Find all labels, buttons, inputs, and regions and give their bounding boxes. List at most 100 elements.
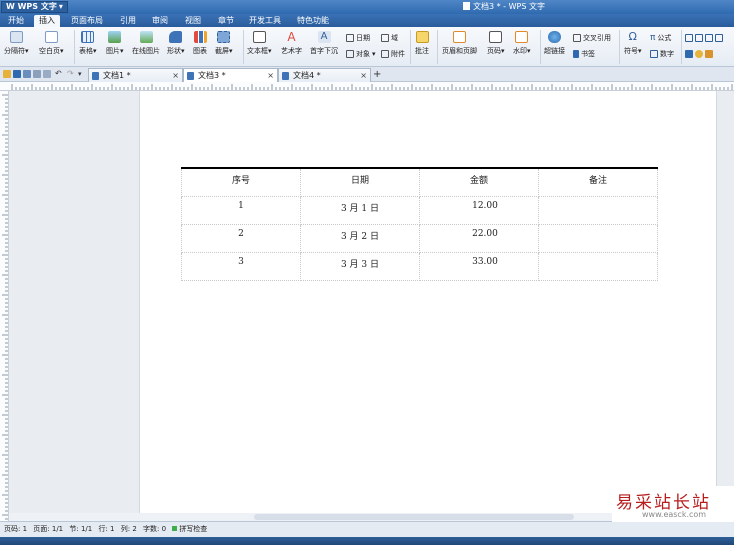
tab-view[interactable]: 视图 xyxy=(180,15,206,27)
status-section: 节: 1/1 xyxy=(69,525,93,533)
extra-tools-row-1[interactable] xyxy=(685,33,723,43)
table-header-cell[interactable]: 序号 xyxy=(181,167,301,197)
screenshot-button[interactable]: 截屏▾ xyxy=(215,31,233,56)
doc-tab-3[interactable]: 文档3 * × xyxy=(183,68,278,82)
save-as-icon[interactable] xyxy=(23,70,31,78)
ribbon-divider xyxy=(437,30,438,64)
document-tab-bar: ↶ ↷ ▾ 文档1 * × 文档3 * × 文档4 * × + xyxy=(0,67,734,82)
tab-home[interactable]: 开始 xyxy=(3,15,29,27)
object-button[interactable]: 对象 ▾ xyxy=(346,49,376,59)
number-label: 数字 xyxy=(660,50,674,58)
tab-page-layout[interactable]: 页面布局 xyxy=(66,15,108,27)
date-button[interactable]: 日期 xyxy=(346,33,370,43)
table-cell[interactable]: 33.00 xyxy=(419,251,539,281)
horizontal-ruler[interactable] xyxy=(0,82,734,91)
table-header-cell[interactable]: 日期 xyxy=(300,167,420,197)
doc-tab-1[interactable]: 文档1 * × xyxy=(88,68,183,82)
tab-references[interactable]: 引用 xyxy=(115,15,141,27)
table-cell[interactable] xyxy=(538,195,658,225)
new-tab-plus-icon[interactable]: + xyxy=(373,68,381,81)
page-number-icon xyxy=(489,31,503,43)
header-footer-button[interactable]: 页眉和页脚 xyxy=(442,31,477,56)
pi-icon: π xyxy=(650,33,656,43)
close-icon[interactable]: × xyxy=(360,69,367,82)
tab-special-features[interactable]: 特色功能 xyxy=(292,15,334,27)
chevron-down-icon[interactable]: ▾ xyxy=(78,70,86,78)
extra-tools-row-2[interactable] xyxy=(685,49,713,59)
crossref-button[interactable]: 交叉引用 xyxy=(573,33,611,43)
table-header-cell[interactable]: 金额 xyxy=(419,167,539,197)
hyperlink-button[interactable]: 超链接 xyxy=(544,31,565,56)
table-cell[interactable]: 3 xyxy=(181,251,301,281)
ribbon-divider xyxy=(681,30,682,64)
picture-button[interactable]: 图片▾ xyxy=(106,31,124,56)
close-icon[interactable]: × xyxy=(267,69,274,82)
bookmark-button[interactable]: 书签 xyxy=(573,49,595,59)
watermark-button[interactable]: 水印▾ xyxy=(513,31,531,56)
tab-insert[interactable]: 插入 xyxy=(34,15,60,27)
table-row: 2 3 月 2 日 22.00 xyxy=(181,223,658,253)
form-icon xyxy=(685,34,693,42)
save-icon[interactable] xyxy=(13,70,21,78)
scrollbar-thumb[interactable] xyxy=(254,514,574,520)
pencil-icon xyxy=(695,50,703,58)
document-page[interactable] xyxy=(139,91,717,515)
shape-button[interactable]: 形状▾ xyxy=(167,31,185,56)
online-picture-button[interactable]: 在线图片 xyxy=(132,31,160,56)
picture-label: 图片 xyxy=(106,47,120,55)
table-cell[interactable]: 3 月 2 日 xyxy=(300,223,420,253)
wps-app-menu-button[interactable]: W WPS 文字 ▾ xyxy=(1,1,68,13)
symbol-button[interactable]: Ω 符号▾ xyxy=(624,31,642,56)
print-preview-icon[interactable] xyxy=(43,70,51,78)
table-header-cell[interactable]: 备注 xyxy=(538,167,658,197)
table-cell[interactable]: 22.00 xyxy=(419,223,539,253)
undo-icon[interactable]: ↶ xyxy=(55,70,63,78)
table-cell[interactable] xyxy=(538,251,658,281)
document-icon xyxy=(92,72,99,80)
attachment-button[interactable]: 附件 xyxy=(381,49,405,59)
tab-review[interactable]: 审阅 xyxy=(147,15,173,27)
table-cell[interactable]: 12.00 xyxy=(419,195,539,225)
doc-tab-4[interactable]: 文档4 * × xyxy=(278,68,371,82)
spell-check-toggle[interactable]: 拼写检查 xyxy=(172,525,207,533)
open-folder-icon[interactable] xyxy=(3,70,11,78)
status-pages: 页面: 1/1 xyxy=(33,525,64,533)
dropcap-icon: A xyxy=(317,31,331,43)
vertical-ruler[interactable] xyxy=(0,91,9,521)
doc-tab-label: 文档3 * xyxy=(198,71,226,80)
table-header-row: 序号 日期 金额 备注 xyxy=(181,167,658,197)
online-picture-icon xyxy=(139,31,153,43)
status-word-count[interactable]: 字数: 0 xyxy=(143,525,166,533)
tab-developer[interactable]: 开发工具 xyxy=(244,15,286,27)
number-button[interactable]: 数字 xyxy=(650,49,674,59)
watermark-url: www.easck.com xyxy=(642,510,707,519)
site-watermark: 易采站长站 www.easck.com xyxy=(612,486,734,522)
close-icon[interactable]: × xyxy=(172,69,179,82)
chart-button[interactable]: 图表 xyxy=(193,31,207,56)
tab-sections[interactable]: 章节 xyxy=(213,15,239,27)
table-cell[interactable]: 1 xyxy=(181,195,301,225)
header-footer-label: 页眉和页脚 xyxy=(442,47,477,55)
app-logo-label: W WPS 文字 xyxy=(6,2,57,11)
dropcap-button[interactable]: A 首字下沉 xyxy=(310,31,338,56)
object-icon xyxy=(346,50,354,58)
document-canvas xyxy=(9,91,734,521)
field-button[interactable]: 域 xyxy=(381,33,398,43)
table-cell[interactable]: 2 xyxy=(181,223,301,253)
table-cell[interactable] xyxy=(538,223,658,253)
data-table[interactable]: 序号 日期 金额 备注 1 3 月 1 日 12.00 2 3 月 2 日 22… xyxy=(181,167,658,281)
blank-page-button[interactable]: 空白页▾ xyxy=(39,31,64,56)
wordart-button[interactable]: A 艺术字 xyxy=(281,31,302,56)
table-cell[interactable]: 3 月 1 日 xyxy=(300,195,420,225)
calendar-icon xyxy=(346,34,354,42)
separator-button[interactable]: 分隔符▾ xyxy=(4,31,29,56)
textbox-button[interactable]: 文本框▾ xyxy=(247,31,272,56)
page-number-button[interactable]: 页码▾ xyxy=(487,31,505,56)
redo-icon[interactable]: ↷ xyxy=(67,70,75,78)
shape-label: 形状 xyxy=(167,47,181,55)
comment-button[interactable]: 批注 xyxy=(415,31,429,56)
formula-button[interactable]: π 公式 xyxy=(650,33,671,43)
table-cell[interactable]: 3 月 3 日 xyxy=(300,251,420,281)
print-icon[interactable] xyxy=(33,70,41,78)
table-button[interactable]: 表格▾ xyxy=(79,31,97,56)
